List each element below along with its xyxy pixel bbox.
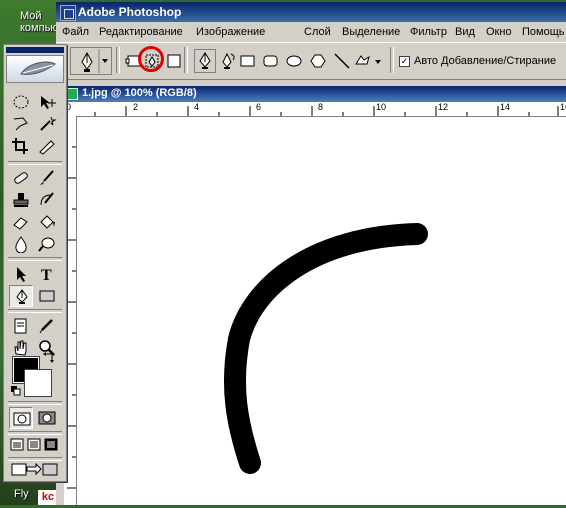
ellipse-icon[interactable] [286, 54, 302, 71]
tool-preset-picker[interactable] [70, 47, 112, 75]
separator [8, 309, 62, 313]
default-colors-icon[interactable] [10, 385, 22, 400]
pen-tool-option[interactable] [194, 49, 216, 73]
menu-edit[interactable]: Редактирование [99, 26, 183, 38]
separator [8, 401, 62, 405]
menu-image[interactable]: Изображение [196, 26, 265, 38]
menu-view[interactable]: Вид [455, 26, 475, 38]
menu-help[interactable]: Помощь [522, 26, 565, 38]
highlight-circle [138, 46, 164, 72]
rectangle-shape-icon[interactable] [240, 54, 256, 71]
horizontal-ruler[interactable]: 0 2 4 6 8 10 12 14 16 [64, 102, 566, 117]
rounded-rectangle-icon[interactable] [263, 54, 279, 71]
pen-icon [81, 49, 108, 73]
paint-bucket-tool[interactable] [35, 211, 59, 233]
desktop-icon-kc[interactable]: kc [38, 490, 58, 505]
desktop-icon-my-computer-label[interactable]: Мой компьют [20, 10, 63, 34]
photoshop-window: Adobe Photoshop Файл Редактирование Изоб… [56, 2, 566, 505]
type-tool[interactable]: T [35, 263, 59, 285]
move-tool[interactable] [35, 91, 59, 113]
line-icon[interactable] [333, 52, 351, 73]
pen-tool[interactable] [9, 285, 33, 307]
clone-stamp-tool[interactable] [9, 189, 33, 211]
auto-add-delete-label: Авто Добавление/Стирание [414, 55, 557, 67]
separator [184, 47, 188, 73]
menu-file[interactable]: Файл [62, 26, 89, 38]
desktop-icon-fly-label[interactable]: Fly [14, 488, 29, 500]
menu-layer[interactable]: Слой [304, 26, 331, 38]
blur-tool[interactable] [9, 233, 33, 255]
window-title: Adobe Photoshop [78, 5, 182, 19]
freeform-pen-icon[interactable] [219, 50, 239, 75]
document-title: 1.jpg @ 100% (RGB/8) [82, 87, 197, 99]
healing-brush-tool[interactable] [9, 167, 33, 189]
separator [8, 431, 62, 435]
toolbox-title-bar[interactable] [6, 47, 64, 53]
document-icon [66, 88, 78, 100]
background-color-swatch[interactable] [24, 369, 52, 397]
jump-to-imageready-icon[interactable] [10, 461, 60, 482]
rectangle-tool[interactable] [35, 285, 59, 307]
polygon-icon[interactable] [310, 53, 326, 72]
separator [116, 47, 120, 73]
menu-bar: Файл Редактирование Изображение Слой Выд… [56, 22, 566, 42]
eraser-tool[interactable] [9, 211, 33, 233]
separator [390, 47, 394, 73]
swap-colors-icon[interactable] [42, 351, 56, 368]
separator [8, 257, 62, 261]
crop-tool[interactable] [9, 135, 33, 157]
toolbox-palette: T [3, 44, 67, 482]
pen-icon [199, 52, 211, 69]
brush-tool[interactable] [35, 167, 59, 189]
document-title-bar[interactable]: 1.jpg @ 100% (RGB/8) [64, 86, 566, 102]
slice-tool[interactable] [35, 135, 59, 157]
hand-tool[interactable] [9, 337, 33, 359]
eyedropper-tool[interactable] [35, 315, 59, 337]
custom-shape-icon[interactable] [353, 52, 383, 73]
lasso-tool[interactable] [9, 113, 33, 135]
photoshop-feather-logo[interactable] [6, 55, 64, 83]
standard-mode-button[interactable] [9, 407, 33, 429]
auto-add-delete-checkbox[interactable]: ✓ [399, 56, 410, 67]
menu-filter[interactable]: Фильтр [410, 26, 447, 38]
document-canvas[interactable] [77, 117, 566, 505]
drawn-path-stroke [223, 223, 428, 474]
options-bar: ✓ Авто Добавление/Стирание [56, 42, 566, 80]
magic-wand-tool[interactable] [35, 113, 59, 135]
fill-pixels-icon[interactable] [166, 53, 182, 72]
screen-modes-icons[interactable] [10, 437, 60, 456]
quick-mask-button[interactable] [35, 407, 59, 429]
dodge-tool[interactable] [35, 233, 59, 255]
marquee-tool[interactable] [9, 91, 33, 113]
ruler-ticks [64, 102, 559, 116]
svg-text:T: T [41, 267, 52, 283]
history-brush-tool[interactable] [35, 189, 59, 211]
menu-select[interactable]: Выделение [342, 26, 400, 38]
app-icon [60, 5, 76, 21]
menu-window[interactable]: Окно [486, 26, 512, 38]
separator [8, 161, 62, 165]
pen-icon [16, 289, 28, 304]
path-selection-tool[interactable] [9, 263, 33, 285]
notes-tool[interactable] [9, 315, 33, 337]
title-bar[interactable]: Adobe Photoshop [56, 2, 566, 22]
